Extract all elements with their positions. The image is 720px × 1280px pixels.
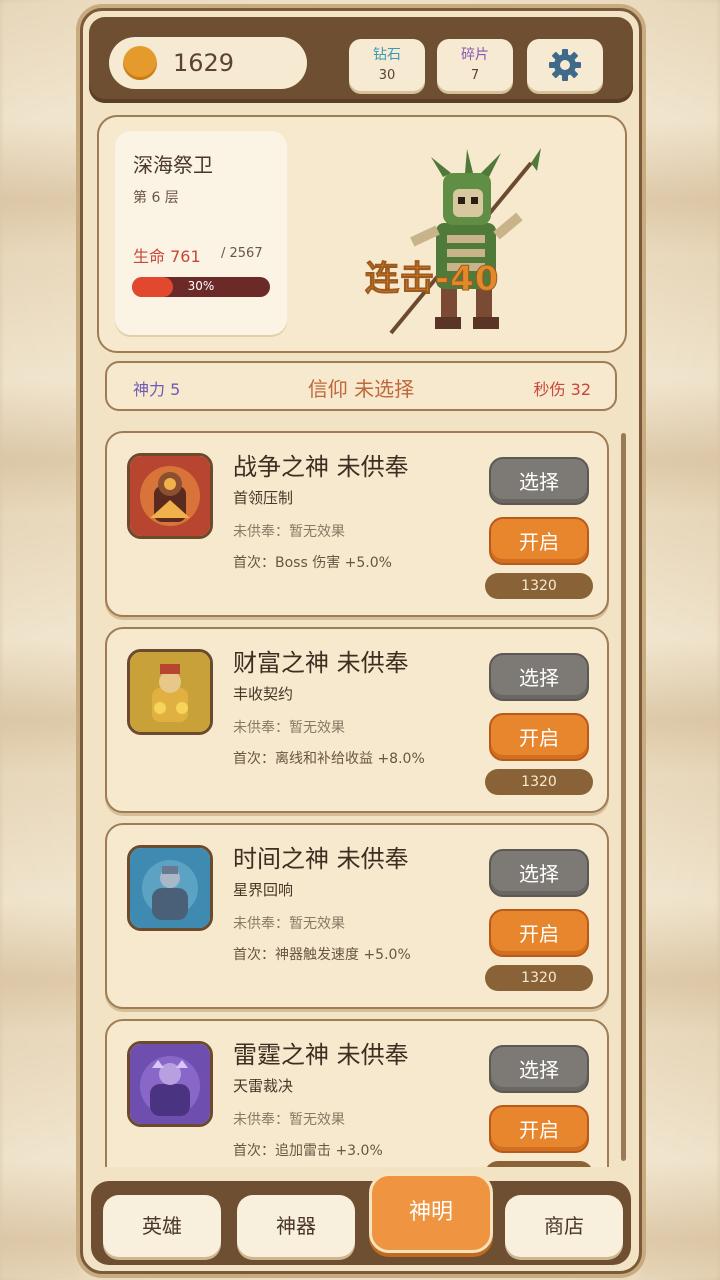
god-card-war: 战争之神 未供奉 首领压制 未供奉：暂无效果 首次：Boss 伤害 +5.0% … [105, 431, 609, 617]
god-title: 时间之神 未供奉 [233, 845, 409, 873]
wealth-god-portrait [127, 649, 213, 735]
god-title: 战争之神 未供奉 [233, 453, 409, 481]
cost-badge: 1320 [485, 965, 593, 991]
cost-badge: 1320 [485, 769, 593, 795]
boss-info-card: 深海祭卫 第 6 层 生命 761 / 2567 30% [115, 131, 287, 335]
cost-badge: 1320 [485, 1161, 593, 1167]
shard-value: 7 [470, 68, 480, 83]
combo-damage-popup: 连击-40 [364, 259, 500, 300]
god-title: 雷霆之神 未供奉 [233, 1041, 409, 1069]
god-subtitle: 首领压制 [233, 489, 294, 507]
god-effect: 未供奉：暂无效果 [233, 1112, 345, 1128]
open-button[interactable]: 开启 [489, 1105, 589, 1153]
god-subtitle: 天雷裁决 [233, 1077, 294, 1095]
god-card-time: 时间之神 未供奉 星界回响 未供奉：暂无效果 首次：神器触发速度 +5.0% 选… [105, 823, 609, 1009]
coin-value: 1629 [173, 49, 235, 77]
open-button[interactable]: 开启 [489, 713, 589, 761]
war-god-portrait [127, 453, 213, 539]
god-card-thunder: 雷霆之神 未供奉 天雷裁决 未供奉：暂无效果 首次：追加雷击 +3.0% 选择 … [105, 1019, 609, 1167]
bottom-nav: 英雄 神器 神明 商店 [91, 1173, 631, 1265]
select-button[interactable]: 选择 [489, 1045, 589, 1093]
god-first-bonus: 首次：离线和补给收益 +8.0% [233, 751, 425, 767]
god-subtitle: 星界回响 [233, 881, 294, 899]
shard-button[interactable]: 碎片 7 [437, 39, 513, 91]
boss-floor: 第 6 层 [133, 190, 179, 206]
faith-status-bar: 神力 5 信仰 未选择 秒伤 32 [105, 361, 617, 411]
boss-sprite[interactable] [381, 143, 561, 343]
boss-hp-current: 生命 761 [133, 247, 201, 266]
time-god-portrait [127, 845, 213, 931]
cost-badge: 1320 [485, 573, 593, 599]
god-list[interactable]: 战争之神 未供奉 首领压制 未供奉：暂无效果 首次：Boss 伤害 +5.0% … [105, 431, 613, 1167]
diamond-label: 钻石 [373, 47, 401, 63]
diamond-value: 30 [378, 68, 396, 83]
god-effect: 未供奉：暂无效果 [233, 720, 345, 736]
nav-tab-artifact[interactable]: 神器 [237, 1195, 355, 1257]
list-scrollbar[interactable] [621, 433, 626, 1161]
boss-hp-max: / 2567 [221, 246, 263, 261]
select-button[interactable]: 选择 [489, 653, 589, 701]
background-blur-left [0, 0, 80, 1280]
open-button[interactable]: 开启 [489, 517, 589, 565]
boss-hp-percent: 30% [187, 279, 215, 293]
god-subtitle: 丰收契约 [233, 685, 294, 703]
gear-icon [549, 49, 581, 81]
top-bar: 1629 钻石 30 碎片 7 [89, 17, 633, 103]
god-title: 财富之神 未供奉 [233, 649, 409, 677]
select-button[interactable]: 选择 [489, 457, 589, 505]
nav-tab-hero[interactable]: 英雄 [103, 1195, 221, 1257]
open-button[interactable]: 开启 [489, 909, 589, 957]
background-blur-right [640, 0, 720, 1280]
boss-hp-bar: 30% [132, 277, 270, 297]
boss-name: 深海祭卫 [133, 153, 213, 177]
god-first-bonus: 首次：追加雷击 +3.0% [233, 1143, 383, 1159]
god-first-bonus: 首次：神器触发速度 +5.0% [233, 947, 411, 963]
thunder-god-portrait [127, 1041, 213, 1127]
god-card-wealth: 财富之神 未供奉 丰收契约 未供奉：暂无效果 首次：离线和补给收益 +8.0% … [105, 627, 609, 813]
boss-panel: 深海祭卫 第 6 层 生命 761 / 2567 30% 连击-40 [97, 115, 627, 353]
coin-icon [123, 46, 157, 80]
god-effect: 未供奉：暂无效果 [233, 916, 345, 932]
nav-tab-shop[interactable]: 商店 [505, 1195, 623, 1257]
nav-tab-god-active[interactable]: 神明 [369, 1173, 493, 1253]
god-first-bonus: 首次：Boss 伤害 +5.0% [233, 555, 392, 571]
coin-counter: 1629 [109, 37, 307, 89]
select-button[interactable]: 选择 [489, 849, 589, 897]
damage-per-second: 秒伤 32 [533, 380, 591, 399]
shard-label: 碎片 [461, 47, 489, 63]
god-effect: 未供奉：暂无效果 [233, 524, 345, 540]
game-screen: 1629 钻石 30 碎片 7 深海祭卫 第 6 层 生命 761 / 2567… [80, 8, 642, 1274]
diamond-button[interactable]: 钻石 30 [349, 39, 425, 91]
settings-button[interactable] [527, 39, 603, 91]
